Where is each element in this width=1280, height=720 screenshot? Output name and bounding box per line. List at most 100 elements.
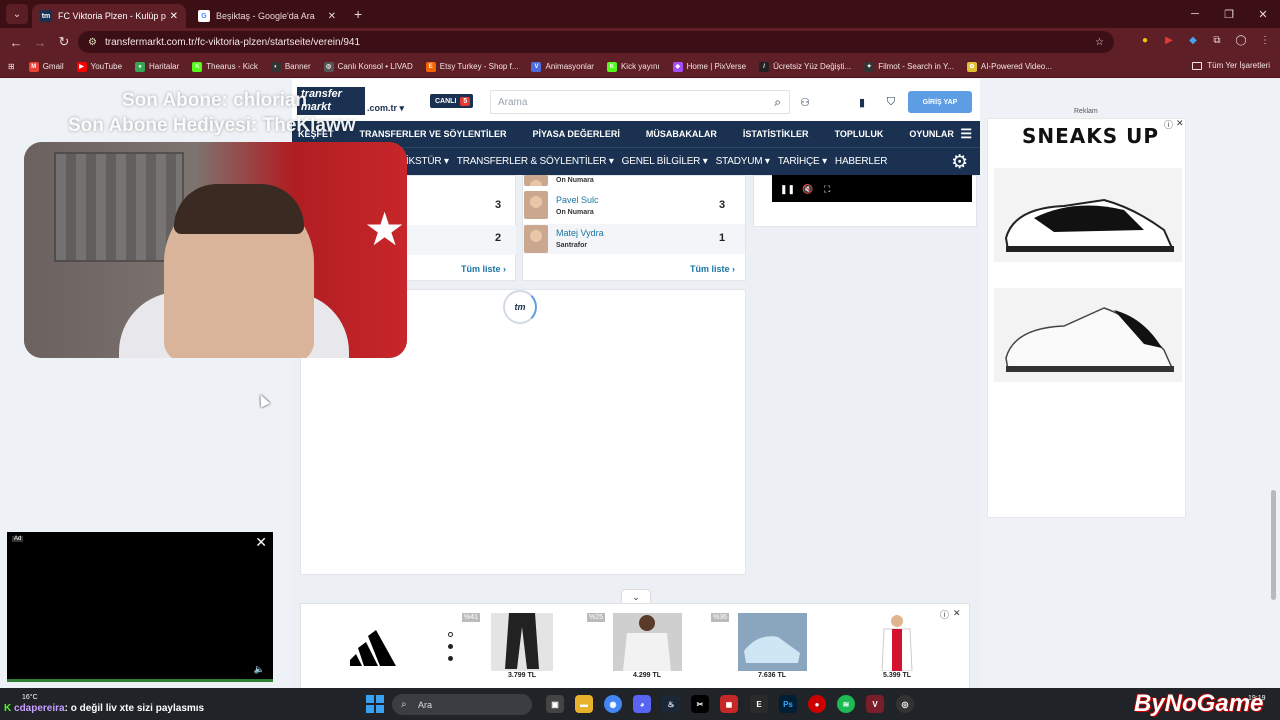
nav-item[interactable]: PİYASA DEĞERLERİ [533,129,620,139]
file-explorer-icon[interactable]: ▬ [575,695,593,713]
player-name-link[interactable]: Matej Vydra [556,228,604,238]
discord-icon[interactable]: ◕ [633,695,651,713]
reload-icon[interactable]: ↻ [52,34,76,50]
page-scrollbar[interactable] [1271,490,1276,600]
bookmark-item[interactable]: E Etsy Turkey - Shop f... [425,61,518,72]
task-view-icon[interactable]: ▣ [546,695,564,713]
domain-selector[interactable]: .com.tr ▾ [367,103,404,114]
shield-icon[interactable]: ⛉ [883,94,899,110]
close-icon[interactable]: ✕ [255,534,267,551]
sneaker-image[interactable] [994,288,1182,382]
login-button[interactable]: GİRİŞ YAP [908,91,972,113]
product-image[interactable] [613,613,682,671]
subnav-item[interactable]: TARİHÇE ▾ [778,156,827,167]
ad-info-icon[interactable]: ⓘ [940,608,949,621]
bookmark-item[interactable]: ✿ AI-Powered Video... [966,61,1052,72]
bookmark-item[interactable]: M Gmail [28,61,64,72]
obs-icon[interactable]: ◎ [896,695,914,713]
extensions-puzzle-icon[interactable]: ⧉ [1210,33,1224,47]
menu-kebab-icon[interactable]: ⋮ [1258,33,1272,47]
nav-item[interactable]: TOPLULUK [835,129,884,139]
fullscreen-icon[interactable]: ⛶ [824,184,830,195]
live-button[interactable]: CANLI 5 [430,94,474,108]
search-input[interactable]: Arama ⌕ [490,90,790,114]
steam-icon[interactable]: ♨ [662,695,680,713]
product-image[interactable] [738,613,807,671]
subnav-item[interactable]: HABERLER [835,156,888,167]
ad-close-icon[interactable]: ✕ [953,608,961,619]
hamburger-menu-icon[interactable]: ☰ [960,126,972,142]
nav-item[interactable]: İSTATİSTİKLER [743,129,809,139]
bookmark-icon[interactable]: ▮ [854,94,870,110]
valorant-icon[interactable]: V [866,695,884,713]
ad-close-icon[interactable]: ✕ [1176,118,1184,129]
profile-icon[interactable]: ◯ [1234,33,1248,47]
back-icon[interactable]: ← [4,35,28,50]
bookmark-item[interactable]: ▶ YouTube [76,61,122,72]
app-icon[interactable]: ● [808,695,826,713]
apps-grid-icon[interactable]: ⊞ [8,62,15,71]
player-name-link[interactable]: Pavel Sulc [556,195,599,205]
taskbar-search[interactable]: ⌕ Ara [392,694,532,715]
bookmark-item[interactable]: ✦ Filmot - Search in Y... [864,61,954,72]
windows-start-icon[interactable] [366,695,384,713]
video-ad-player[interactable]: Ad ✕ 🔈 [7,532,273,680]
tab-besiktas-search[interactable]: G Beşiktaş - Google'da Ara ✕ [190,4,344,28]
close-tab-icon[interactable]: ✕ [170,11,178,22]
epic-games-icon[interactable]: E [750,695,768,713]
bookmark-item[interactable]: V Animasyonlar [531,61,594,72]
mute-icon[interactable]: 🔈 [254,664,265,675]
extension-icon[interactable]: ● [1138,33,1152,47]
spotify-icon[interactable]: ≋ [837,695,855,713]
player-photo[interactable] [524,191,548,219]
bookmark-item[interactable]: K Kick yayını [606,61,660,72]
search-icon[interactable]: ⌕ [774,95,781,110]
pause-icon[interactable]: ❚❚ [780,184,795,195]
extension-icon[interactable]: ◆ [1186,33,1200,47]
subnav-item[interactable]: GENEL BİLGİLER ▾ [622,156,708,167]
capcut-icon[interactable]: ✂ [691,695,709,713]
player-photo[interactable] [524,225,548,253]
chrome-icon[interactable]: ◉ [604,695,622,713]
bookmark-item[interactable]: ◐ Banner [270,61,311,72]
nav-item[interactable]: TRANSFERLER VE SÖYLENTİLER [360,129,507,139]
new-tab-button[interactable]: + [354,6,362,22]
forward-icon[interactable]: → [28,35,52,50]
subnav-item[interactable]: FİKSTÜR ▾ [400,156,449,167]
site-info-icon[interactable]: ⚙ [88,37,97,48]
ad-info-icon[interactable]: ⓘ [1164,118,1173,131]
close-tab-icon[interactable]: ✕ [328,11,336,22]
nav-item[interactable]: OYUNLAR [909,129,954,139]
user-search-icon[interactable]: ⚇ [797,94,813,110]
carousel-dot[interactable] [448,644,453,649]
mute-icon[interactable]: 🔇 [802,184,813,195]
product-image[interactable] [878,613,916,672]
extension-icon[interactable]: ▶ [1162,33,1176,47]
bookmark-item[interactable]: ◎ Canlı Konsol • LIVAD [323,61,413,72]
bookmark-item[interactable]: ◆ Home | PixVerse [672,61,746,72]
nav-item[interactable]: MÜSABAKALAR [646,129,717,139]
tab-search-button[interactable]: ⌄ [6,4,28,24]
photoshop-icon[interactable]: Ps [779,695,797,713]
bookmark-item[interactable]: ● Haritalar [135,61,179,72]
restore-icon[interactable]: ❐ [1212,0,1246,28]
carousel-dot[interactable] [448,632,453,637]
full-list-link[interactable]: Tüm liste › [690,264,735,274]
tab-viktoria-plzen[interactable]: tm FC Viktoria Plzen - Kulüp profili ✕ [32,4,186,28]
sneaker-image[interactable] [994,168,1182,262]
full-list-link[interactable]: Tüm liste › [461,264,506,274]
bookmark-star-icon[interactable]: ☆ [1095,37,1104,48]
product-image[interactable] [491,613,553,671]
bookmark-item[interactable]: / Ücretsiz Yüz Değişti... [759,61,851,72]
settings-gear-icon[interactable]: ⚙ [951,151,968,174]
subnav-item[interactable]: STADYUM ▾ [716,156,770,167]
app-icon[interactable]: ◼ [720,695,738,713]
close-window-icon[interactable]: ✕ [1246,0,1280,28]
all-bookmarks-folder[interactable]: Tüm Yer İşaretleri [1192,61,1270,70]
bookmark-item[interactable]: K Thearus - Kick [192,61,258,72]
subnav-item[interactable]: TRANSFERLER & SÖYLENTİLER ▾ [457,156,614,167]
carousel-dot[interactable] [448,656,453,661]
minimize-icon[interactable]: ─ [1178,0,1212,28]
transfermarkt-logo[interactable]: transfer markt [297,87,365,115]
address-bar[interactable]: ⚙ transfermarkt.com.tr/fc-viktoria-plzen… [78,31,1114,53]
